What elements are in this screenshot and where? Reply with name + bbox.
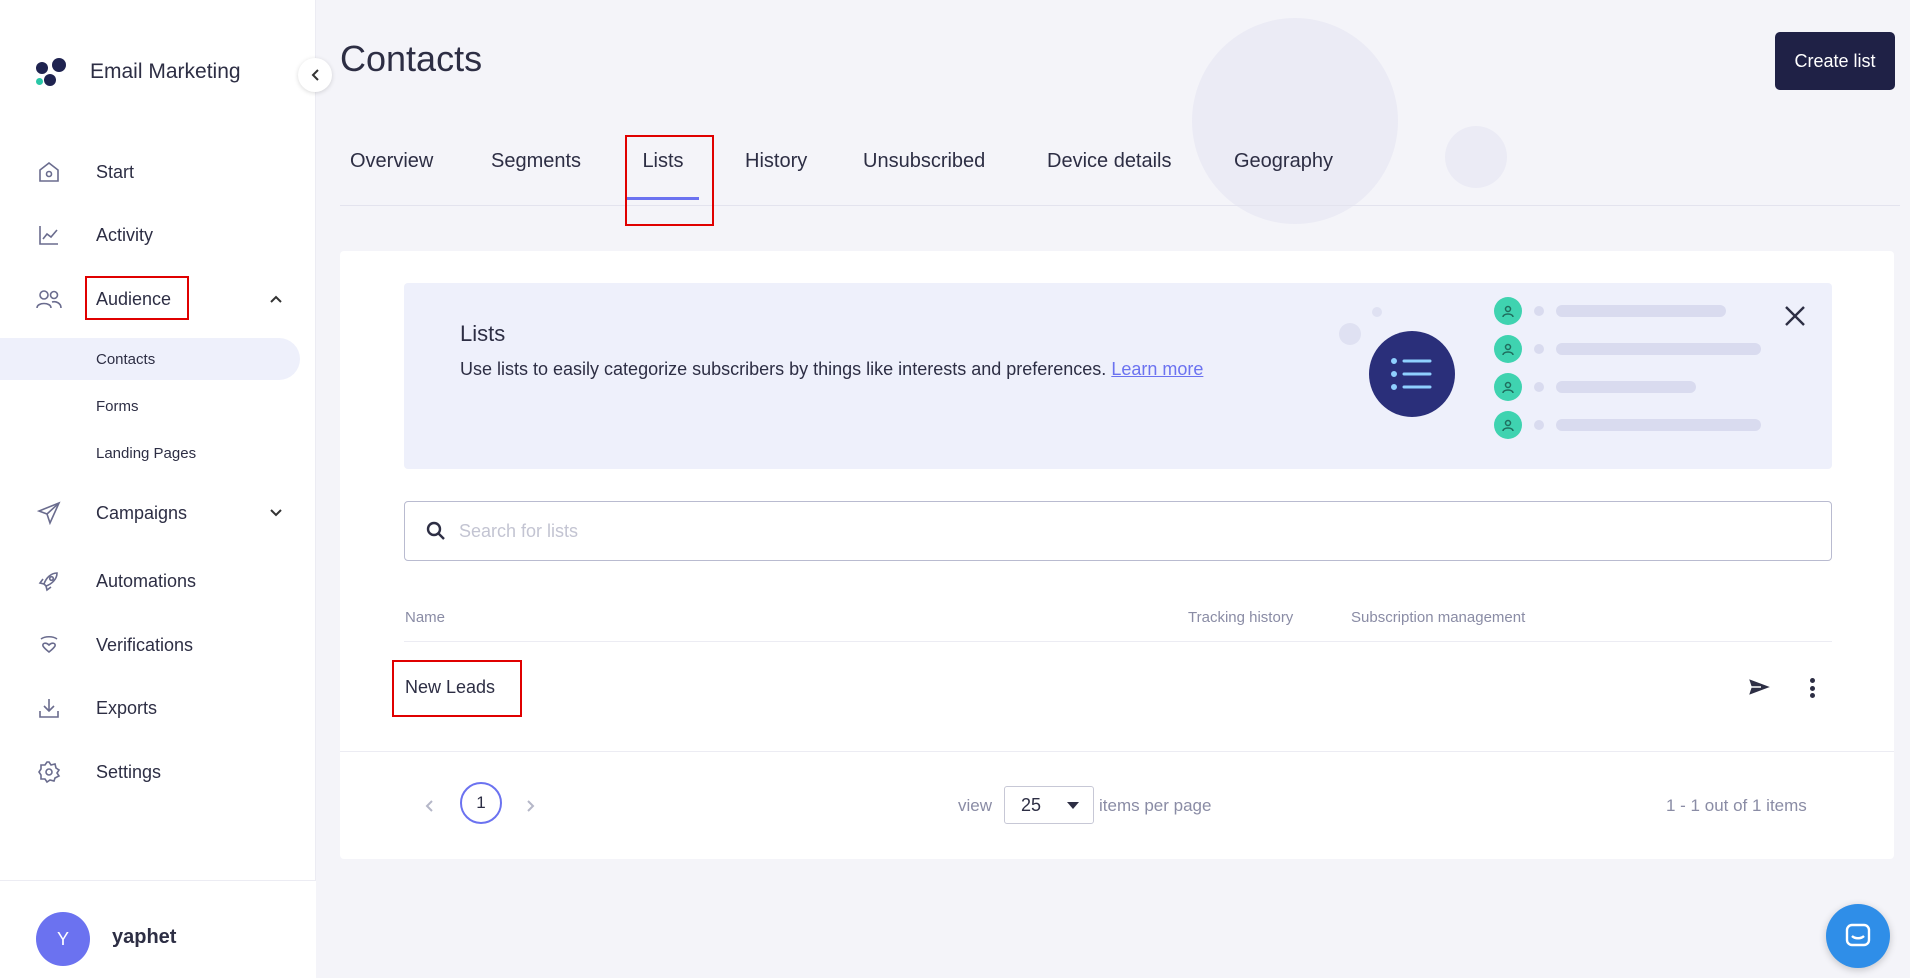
column-header-subscription-management: Subscription management	[1351, 609, 1526, 626]
heart-hand-icon	[35, 631, 63, 659]
items-per-page-label: items per page	[1099, 796, 1212, 815]
chevron-down-icon[interactable]	[266, 503, 286, 523]
illustration-row	[1494, 335, 1761, 363]
lists-card: Lists Use lists to easily categorize sub…	[340, 251, 1894, 859]
rocket-icon	[35, 567, 63, 595]
tab-device-details[interactable]: Device details	[1047, 150, 1172, 200]
sidebar-subitem-label: Contacts	[96, 350, 156, 368]
page-title: Contacts	[340, 38, 483, 79]
gear-icon	[35, 758, 63, 786]
sidebar-item-audience[interactable]: Audience	[0, 277, 316, 321]
brand-logo-icon	[34, 54, 70, 90]
page-number-button[interactable]: 1	[460, 782, 502, 824]
pagination-summary: 1 - 1 out of 1 items	[1666, 796, 1807, 815]
create-list-button[interactable]: Create list	[1775, 32, 1895, 90]
search-box	[404, 501, 1832, 561]
illustration-row	[1494, 373, 1696, 401]
view-label: view	[958, 796, 993, 815]
page-size-value: 25	[1021, 794, 1042, 815]
close-icon	[1785, 306, 1805, 326]
sidebar-item-label: Exports	[96, 697, 158, 718]
users-icon	[35, 285, 63, 313]
list-name-link[interactable]: New Leads	[405, 677, 495, 698]
brand-name: Email Marketing	[90, 60, 241, 83]
brand[interactable]: Email Marketing	[34, 54, 241, 90]
list-illustration-icon	[1369, 331, 1455, 417]
user-name[interactable]: yaphet	[112, 926, 176, 949]
tab-history[interactable]: History	[745, 150, 807, 200]
user-icon	[1494, 297, 1522, 325]
divider	[404, 641, 1832, 642]
chevron-left-icon	[425, 800, 433, 812]
chevron-up-icon[interactable]	[266, 289, 286, 309]
sidebar-item-settings[interactable]: Settings	[0, 750, 316, 794]
next-page-button[interactable]	[526, 796, 536, 819]
sidebar-item-exports[interactable]: Exports	[0, 686, 316, 730]
search-icon	[426, 521, 445, 540]
chat-icon	[1845, 923, 1871, 947]
sidebar-item-label: Automations	[96, 570, 197, 591]
sidebar-item-label: Verifications	[96, 634, 194, 655]
page-size-select[interactable]: 25	[1004, 786, 1094, 824]
sidebar-subitem-label: Forms	[96, 397, 139, 415]
illustration-row	[1494, 411, 1761, 439]
sidebar-item-campaigns[interactable]: Campaigns	[0, 491, 316, 535]
sidebar-item-label: Start	[96, 161, 135, 182]
banner-title: Lists	[460, 321, 506, 346]
info-banner: Lists Use lists to easily categorize sub…	[404, 283, 1832, 469]
sidebar-item-start[interactable]: Start	[0, 150, 316, 194]
sidebar-subitem-label: Landing Pages	[96, 444, 197, 462]
home-icon	[35, 158, 63, 186]
search-input[interactable]	[459, 512, 1799, 550]
illustration-row	[1494, 297, 1726, 325]
collapse-sidebar-button[interactable]	[298, 58, 332, 92]
user-icon	[1494, 335, 1522, 363]
sidebar-item-label: Audience	[96, 288, 172, 309]
paper-plane-icon	[35, 499, 63, 527]
avatar[interactable]: Y	[36, 912, 90, 966]
sidebar-item-label: Activity	[96, 224, 154, 245]
sidebar-item-verifications[interactable]: Verifications	[0, 623, 316, 667]
divider	[340, 751, 1894, 752]
download-icon	[35, 694, 63, 722]
tab-unsubscribed[interactable]: Unsubscribed	[863, 150, 985, 200]
decorative-circle	[1372, 307, 1382, 317]
tab-bar: Overview Segments Lists History Unsubscr…	[340, 140, 1900, 206]
column-header-name[interactable]: Name	[405, 609, 445, 626]
learn-more-link[interactable]: Learn more	[1111, 359, 1203, 379]
decorative-circle	[1339, 323, 1361, 345]
chevron-right-icon	[527, 800, 535, 812]
banner-text: Use lists to easily categorize subscribe…	[460, 355, 1220, 384]
sidebar-item-automations[interactable]: Automations	[0, 559, 316, 603]
tab-lists[interactable]: Lists	[627, 150, 699, 200]
chevron-left-icon	[311, 69, 319, 81]
tab-overview[interactable]: Overview	[350, 150, 433, 200]
more-options-icon[interactable]	[1802, 675, 1822, 701]
previous-page-button[interactable]	[424, 796, 434, 819]
sidebar-item-activity[interactable]: Activity	[0, 213, 316, 257]
chart-icon	[35, 221, 63, 249]
sidebar: Email Marketing Start Activity Audience …	[0, 0, 316, 978]
banner-description: Use lists to easily categorize subscribe…	[460, 359, 1107, 379]
user-icon	[1494, 373, 1522, 401]
column-header-tracking-history: Tracking history	[1188, 609, 1294, 626]
tab-geography[interactable]: Geography	[1234, 150, 1333, 200]
user-icon	[1494, 411, 1522, 439]
sidebar-subitem-landing-pages[interactable]: Landing Pages	[0, 432, 300, 474]
sidebar-subitem-contacts[interactable]: Contacts	[0, 338, 300, 380]
chat-support-button[interactable]	[1826, 904, 1890, 968]
send-icon[interactable]	[1746, 675, 1774, 699]
sidebar-subitem-forms[interactable]: Forms	[0, 385, 300, 427]
close-banner-button[interactable]	[1778, 299, 1812, 333]
caret-down-icon	[1067, 802, 1079, 809]
sidebar-item-label: Campaigns	[96, 502, 188, 523]
tab-segments[interactable]: Segments	[491, 150, 581, 200]
sidebar-item-label: Settings	[96, 761, 162, 782]
